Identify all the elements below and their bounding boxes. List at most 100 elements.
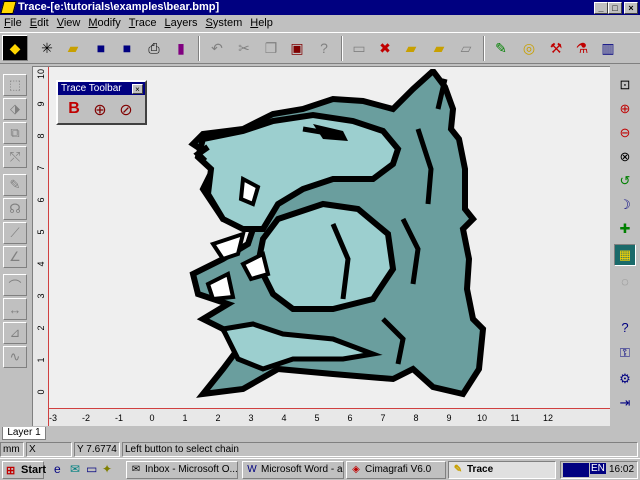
bezier-tool-icon[interactable]: ∿ xyxy=(3,346,27,368)
y-tick-label: 2 xyxy=(36,325,46,331)
node-tool-icon[interactable]: ⬗ xyxy=(3,98,27,120)
layer-tab-row: Layer 1 xyxy=(0,427,640,440)
save-icon[interactable]: ■ xyxy=(90,37,112,59)
measure-tool-icon[interactable]: ⊿ xyxy=(3,322,27,344)
main-toolbar: ◆ ✳ ▰ ■ ■ ⎙ ▮ ↶ ✂ ❐ ▣ ? ▭ ✖ ▰ ▰ ▱ ✎ ◎ ⚒ … xyxy=(0,32,640,64)
pencil-tool-icon[interactable]: ✎ xyxy=(3,174,27,196)
open-folder-icon[interactable]: ▰ xyxy=(62,37,84,59)
paste-icon[interactable]: ▣ xyxy=(286,37,308,59)
zoom-in-icon[interactable]: ⊕ xyxy=(614,98,636,120)
left-tool-palette: ⬚ ⬗ ⧉ ⤲ ✎ ☊ ⟋ ∠ ⌒ ↔ ⊿ ∿ xyxy=(0,66,30,426)
trace-toolbar-close-button[interactable]: × xyxy=(132,84,143,94)
start-button[interactable]: ⊞ Start xyxy=(2,461,47,479)
x-tick-label: 10 xyxy=(476,413,487,423)
x-tick-label: 3 xyxy=(248,413,254,423)
curve-tool-icon[interactable]: ☊ xyxy=(3,198,27,220)
status-bar: mm X 11.3596 Y 7.6774 Left button to sel… xyxy=(0,441,640,469)
start-label: Start xyxy=(21,464,47,476)
trace-zoom-icon[interactable]: ⊕ xyxy=(90,100,110,120)
status-units: mm xyxy=(0,442,24,457)
trace-toolbar-window[interactable]: Trace Toolbar × B ⊕ ⊘ xyxy=(56,80,147,125)
dimension-tool-icon[interactable]: ↔ xyxy=(3,298,27,320)
trace-logo-icon[interactable]: ◆ xyxy=(2,35,28,61)
menu-edit[interactable]: Edit xyxy=(26,15,53,31)
x-tick-label: 12 xyxy=(542,413,553,423)
help-book-icon[interactable]: ▥ xyxy=(597,37,619,59)
task-word[interactable]: W Microsoft Word - ab... xyxy=(242,461,344,479)
language-indicator[interactable]: EN xyxy=(590,463,606,474)
cut-icon[interactable]: ✂ xyxy=(233,37,255,59)
channels-quicklaunch-icon[interactable]: ✦ xyxy=(102,462,112,476)
angle-tool-icon[interactable]: ∠ xyxy=(3,246,27,268)
zoom-window-icon[interactable]: ⊡ xyxy=(614,74,636,96)
task-inbox[interactable]: ✉ Inbox - Microsoft O... xyxy=(126,461,238,479)
menu-bar: File Edit View Modify Trace Layers System Help xyxy=(0,15,640,31)
arc-tool-icon[interactable]: ⌒ xyxy=(3,274,27,296)
trace-task-icon: ✎ xyxy=(453,464,463,475)
move-tool-icon[interactable]: ⤲ xyxy=(3,146,27,168)
menu-view[interactable]: View xyxy=(53,15,85,31)
filter-icon[interactable]: ⚗ xyxy=(571,37,593,59)
task-label: Cimagrafi V6.0 xyxy=(365,464,432,475)
curve-view-icon[interactable]: ☽ xyxy=(614,194,636,216)
windows-logo-icon: ⊞ xyxy=(6,465,16,477)
trace-magnify-icon[interactable]: ⊘ xyxy=(116,100,136,120)
menu-layers[interactable]: Layers xyxy=(161,15,202,31)
vertical-ruler: 10 9 8 7 6 5 4 3 2 1 0 xyxy=(33,67,49,426)
x-tick-label: -3 xyxy=(48,413,57,423)
show-image-icon[interactable]: ▦ xyxy=(614,244,636,266)
properties-icon[interactable]: ? xyxy=(313,37,335,59)
print-icon[interactable]: ⎙ xyxy=(143,37,165,59)
menu-system[interactable]: System xyxy=(202,15,247,31)
x-tick-label: 7 xyxy=(380,413,386,423)
ie-quicklaunch-icon[interactable]: e xyxy=(54,462,61,476)
layer-folder-empty-icon[interactable]: ▱ xyxy=(455,37,477,59)
settings-icon[interactable]: ⚙ xyxy=(614,368,636,390)
layer-info-icon[interactable]: ⚿ xyxy=(614,342,636,364)
undo-icon[interactable]: ↶ xyxy=(206,37,228,59)
transform-tool-icon[interactable]: ⧉ xyxy=(3,122,27,144)
line-tool-icon[interactable]: ⟋ xyxy=(3,222,27,244)
layer-tab[interactable]: Layer 1 xyxy=(2,427,46,440)
menu-help[interactable]: Help xyxy=(246,15,277,31)
save-as-icon[interactable]: ■ xyxy=(116,37,138,59)
zoom-out-icon[interactable]: ⊖ xyxy=(614,122,636,144)
calibrate-icon[interactable]: ◎ xyxy=(518,37,540,59)
trace-chain-icon[interactable]: B xyxy=(64,100,84,120)
new-layer-icon[interactable]: ▭ xyxy=(348,37,370,59)
y-tick-label: 6 xyxy=(36,197,46,203)
delete-layer-icon[interactable]: ✖ xyxy=(374,37,396,59)
color-tool-icon[interactable]: ✎ xyxy=(490,37,512,59)
layer-folder-red-icon[interactable]: ▰ xyxy=(400,37,422,59)
network-icon[interactable] xyxy=(563,463,589,477)
zoom-previous-icon[interactable]: ↺ xyxy=(614,170,636,192)
outlook-quicklaunch-icon[interactable]: ✉ xyxy=(70,462,80,476)
x-tick-label: 5 xyxy=(314,413,320,423)
copy-icon[interactable]: ❐ xyxy=(260,37,282,59)
snap-point-icon[interactable]: ✚ xyxy=(614,218,636,240)
new-icon[interactable]: ✳ xyxy=(36,37,58,59)
hide-image-icon[interactable]: ◌ xyxy=(614,270,636,292)
clock[interactable]: 16:02 xyxy=(609,464,634,475)
menu-trace[interactable]: Trace xyxy=(125,15,161,31)
task-trace[interactable]: ✎ Trace xyxy=(448,461,556,479)
desktop-quicklaunch-icon[interactable]: ▭ xyxy=(86,462,97,476)
layer-folder-blue-icon[interactable]: ▰ xyxy=(428,37,450,59)
vectorize-icon[interactable]: ⚒ xyxy=(545,37,567,59)
maximize-button[interactable]: □ xyxy=(608,2,622,14)
zoom-extents-icon[interactable]: ⊗ xyxy=(614,146,636,168)
help-icon[interactable]: ? xyxy=(614,316,636,338)
x-tick-label: 6 xyxy=(347,413,353,423)
minimize-button[interactable]: _ xyxy=(594,2,608,14)
y-tick-label: 0 xyxy=(36,389,46,395)
task-label: Inbox - Microsoft O... xyxy=(145,464,238,475)
plot-icon[interactable]: ▮ xyxy=(170,37,192,59)
select-tool-icon[interactable]: ⬚ xyxy=(3,74,27,96)
exit-icon[interactable]: ⇥ xyxy=(614,392,636,414)
x-tick-label: 9 xyxy=(446,413,452,423)
trace-app-icon[interactable] xyxy=(0,1,17,14)
close-button[interactable]: × xyxy=(624,2,638,14)
menu-modify[interactable]: Modify xyxy=(84,15,124,31)
task-cimagrafi[interactable]: ◈ Cimagrafi V6.0 xyxy=(346,461,446,479)
menu-file[interactable]: File xyxy=(0,15,26,31)
